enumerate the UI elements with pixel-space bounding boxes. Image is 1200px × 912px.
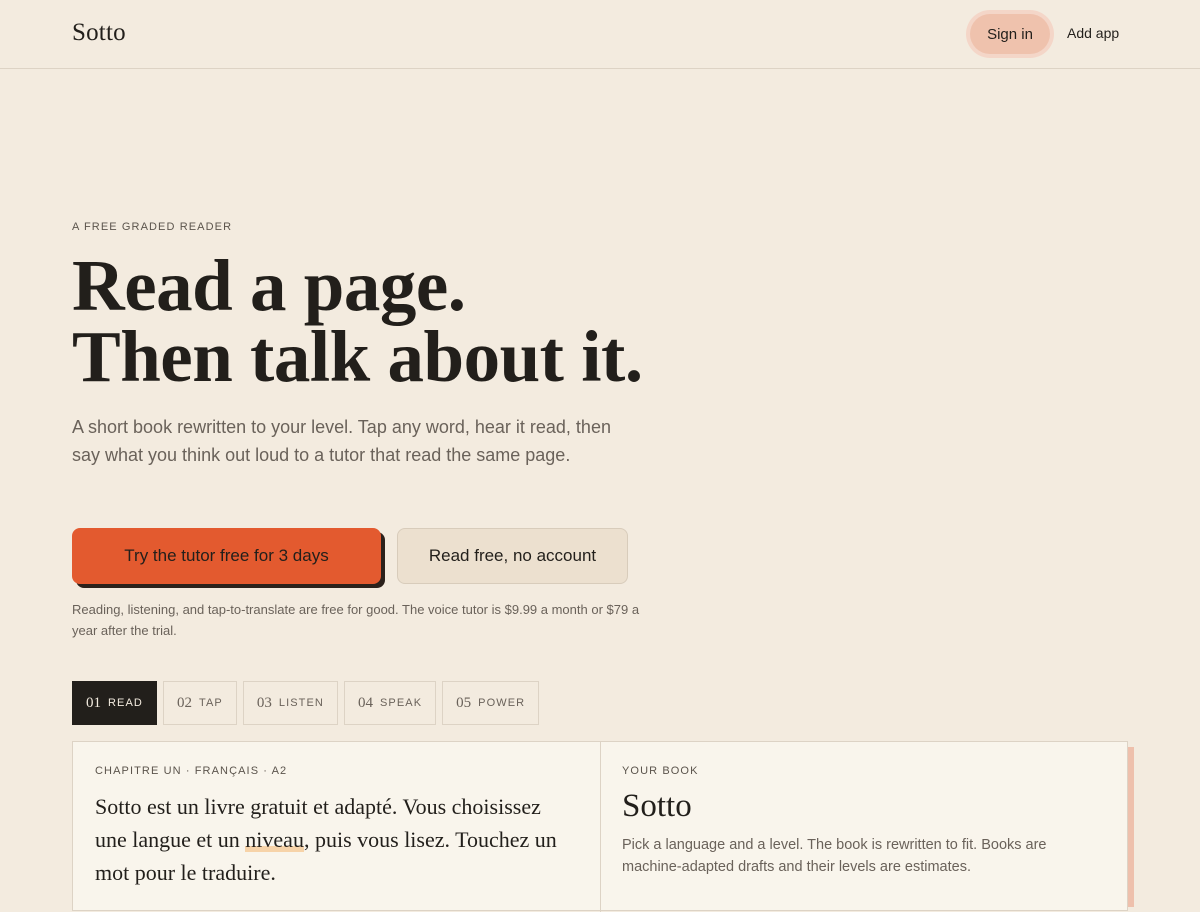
logo[interactable]: Sotto (72, 19, 126, 47)
add-app-link[interactable]: Add app (1067, 25, 1119, 41)
tab-listen[interactable]: 03 LISTEN (242, 681, 338, 725)
pricing-fineprint: Reading, listening, and tap-to-translate… (72, 602, 640, 638)
tab-read[interactable]: 01 READ (72, 681, 157, 725)
book-description: Pick a language and a level. The book is… (622, 837, 1047, 875)
tab-label: SPEAK (379, 697, 423, 709)
feature-tabs: 01 READ 02 TAP 03 LISTEN 04 SPEAK 05 POW… (72, 681, 540, 725)
reading-passage: Sotto est un livre gratuit et adapté. Vo… (95, 790, 565, 889)
try-tutor-button[interactable]: Try the tutor free for 3 days (72, 528, 381, 584)
tab-tap[interactable]: 02 TAP (162, 681, 237, 725)
highlighted-word[interactable]: niveau (245, 827, 304, 852)
tab-power[interactable]: 05 POWER (442, 681, 540, 725)
tab-label: READ (108, 697, 143, 709)
headline-line-1: Read a page. (72, 245, 466, 326)
sign-in-button[interactable]: Sign in (970, 14, 1050, 54)
tab-label: LISTEN (278, 697, 324, 709)
book-title: Sotto (622, 788, 692, 824)
tab-label: POWER (478, 697, 526, 709)
tab-speak[interactable]: 04 SPEAK (343, 681, 437, 725)
chapter-meta: CHAPITRE UN · FRANÇAIS · A2 (95, 765, 288, 777)
card-divider (600, 742, 601, 912)
hero-headline: Read a page. Then talk about it. (72, 245, 712, 397)
your-book-eyebrow: YOUR BOOK (622, 765, 699, 777)
site-header: Sotto Sign in Add app (0, 0, 1200, 69)
tab-number: 02 (176, 694, 192, 711)
reader-preview-card: CHAPITRE UN · FRANÇAIS · A2 Sotto est un… (72, 741, 1128, 912)
read-free-button[interactable]: Read free, no account (397, 528, 628, 584)
hero-lede: A short book rewritten to your level. Ta… (72, 417, 611, 465)
hero-eyebrow: A FREE GRADED READER (72, 221, 233, 233)
headline-line-2: Then talk about it. (72, 316, 643, 397)
tab-number: 01 (86, 694, 101, 711)
tab-number: 04 (357, 694, 373, 711)
tab-label: TAP (198, 697, 223, 709)
tab-number: 05 (456, 694, 472, 711)
tab-number: 03 (256, 694, 272, 711)
